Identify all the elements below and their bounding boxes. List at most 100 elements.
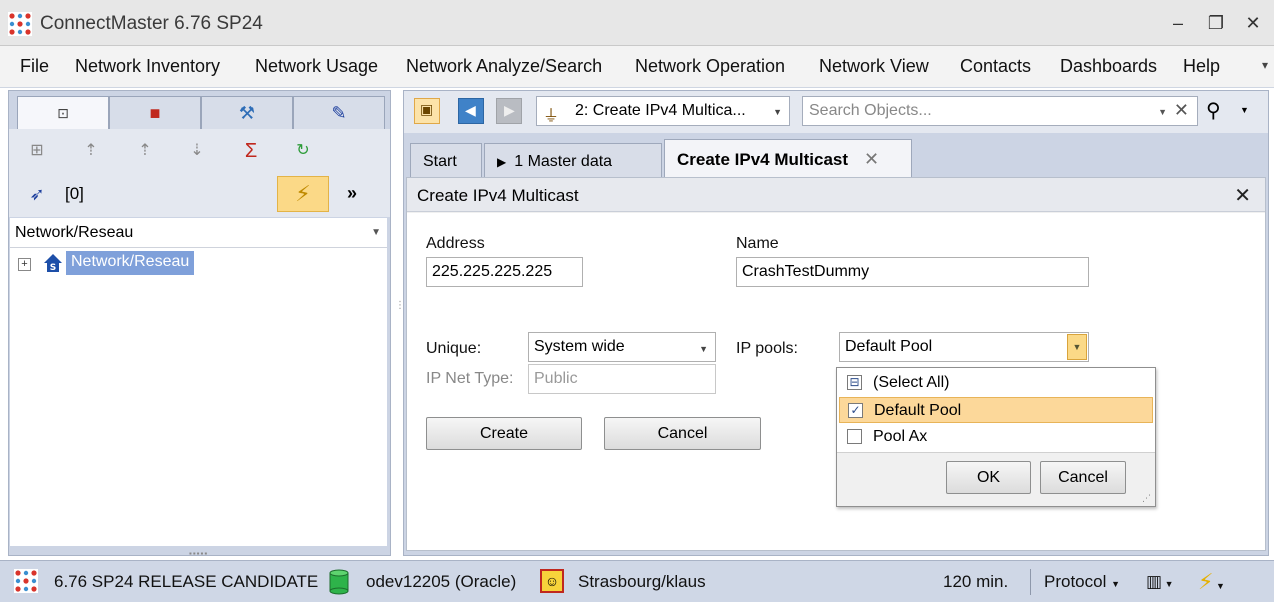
menu-overflow-icon[interactable]: ▾ bbox=[1262, 58, 1268, 72]
close-form-icon[interactable]: ✕ bbox=[1234, 183, 1251, 208]
tree-expand-toggle[interactable]: + bbox=[18, 258, 31, 271]
menu-network-usage[interactable]: Network Usage bbox=[255, 56, 378, 77]
protocol-menu[interactable]: Protocol ▼ bbox=[1044, 572, 1120, 592]
chevron-down-icon: ▼ bbox=[371, 227, 381, 238]
lightning-button[interactable]: ⚡ bbox=[277, 176, 329, 212]
tab-tools[interactable]: ⚒ bbox=[201, 96, 293, 129]
menu-file[interactable]: File bbox=[20, 56, 49, 77]
search-placeholder: Search Objects... bbox=[809, 102, 932, 119]
tab-connections[interactable]: ✎ bbox=[293, 96, 385, 129]
dropdown-item-label: Pool Ax bbox=[873, 428, 928, 445]
navigator-toolbar-secondary: ➶ [0] ⚡ » bbox=[9, 171, 390, 217]
forward-button[interactable]: ▶ bbox=[496, 98, 522, 124]
chevron-down-icon: ▼ bbox=[699, 344, 708, 354]
dropdown-item-label: Default Pool bbox=[874, 402, 962, 419]
partial-checkbox-icon[interactable]: ⊟ bbox=[847, 375, 862, 390]
form-header: Create IPv4 Multicast ✕ bbox=[407, 178, 1265, 212]
tab-create-ipv4-multicast-label: Create IPv4 Multicast bbox=[677, 150, 849, 169]
unique-select[interactable]: System wide ▼ bbox=[528, 332, 716, 362]
tab-master-data[interactable]: ▶ 1 Master data bbox=[484, 143, 662, 177]
go-child-icon[interactable]: ⇣ bbox=[185, 139, 209, 163]
menu-network-inventory[interactable]: Network Inventory bbox=[75, 56, 220, 77]
tree-node-network-reseau[interactable]: Network/Reseau bbox=[66, 251, 195, 275]
arrow-left-icon: ◀ bbox=[465, 102, 476, 118]
history-combo-value: 2: Create IPv4 Multica... bbox=[575, 102, 746, 119]
create-button[interactable]: Create bbox=[426, 417, 582, 450]
status-separator bbox=[1030, 569, 1031, 595]
protocol-label: Protocol bbox=[1044, 572, 1107, 591]
ip-pools-select[interactable]: Default Pool ▼ bbox=[839, 332, 1089, 362]
ip-pools-label: IP pools: bbox=[736, 340, 798, 357]
unchecked-checkbox-icon[interactable] bbox=[847, 429, 862, 444]
connector-icon[interactable]: ➶ bbox=[25, 182, 49, 206]
dropdown-item-label: (Select All) bbox=[873, 374, 950, 391]
maximize-button[interactable]: ❐ bbox=[1204, 10, 1228, 36]
tab-master-data-label: 1 Master data bbox=[514, 153, 613, 170]
resize-grip-icon[interactable]: ⋰ bbox=[1142, 493, 1151, 504]
menu-network-operation[interactable]: Network Operation bbox=[635, 56, 785, 77]
home-button[interactable]: ▣ bbox=[414, 98, 440, 124]
dropdown-item-default-pool[interactable]: ✓ Default Pool bbox=[839, 397, 1153, 423]
user-location-icon: ☺ bbox=[540, 569, 564, 593]
checked-checkbox-icon[interactable]: ✓ bbox=[848, 403, 863, 418]
dropdown-ok-button[interactable]: OK bbox=[946, 461, 1031, 494]
tree-select-icon[interactable]: ⊞ bbox=[25, 139, 49, 163]
search-input[interactable]: Search Objects... ▼ ✕ bbox=[802, 96, 1198, 126]
address-field[interactable]: 225.225.225.225 bbox=[426, 257, 583, 287]
refresh-icon[interactable]: ↻ bbox=[291, 139, 315, 163]
chevron-down-icon: ▼ bbox=[1072, 342, 1082, 352]
tab-create-ipv4-multicast[interactable]: Create IPv4 Multicast ✕ bbox=[664, 139, 912, 177]
network-device-icon: ■ bbox=[149, 103, 161, 123]
go-parent-icon[interactable]: ⇡ bbox=[133, 139, 157, 163]
timeout-status: 120 min. bbox=[943, 572, 1009, 591]
tree-root-combo-value: Network/Reseau bbox=[15, 224, 134, 241]
status-bar: 6.76 SP24 RELEASE CANDIDATE odev12205 (O… bbox=[0, 560, 1274, 602]
cancel-button[interactable]: Cancel bbox=[604, 417, 761, 450]
tab-start[interactable]: Start bbox=[410, 143, 482, 177]
dropdown-item-select-all[interactable]: ⊟ (Select All) bbox=[839, 370, 1153, 396]
title-bar: ConnectMaster 6.76 SP24 – ❐ ✕ bbox=[0, 0, 1274, 46]
sum-icon[interactable]: Σ bbox=[239, 139, 263, 163]
tools-icon: ⚒ bbox=[238, 103, 256, 123]
chevron-down-icon: ▼ bbox=[773, 107, 782, 117]
play-icon: ▶ bbox=[497, 155, 507, 169]
name-label: Name bbox=[736, 235, 779, 252]
menu-contacts[interactable]: Contacts bbox=[960, 56, 1031, 77]
lightning-menu[interactable]: ⚡ ▼ bbox=[1198, 569, 1225, 595]
chevron-down-icon[interactable]: ▼ bbox=[1240, 105, 1249, 115]
back-button[interactable]: ◀ bbox=[458, 98, 484, 124]
location-status: Strasbourg/klaus bbox=[578, 572, 706, 591]
minimize-button[interactable]: – bbox=[1166, 10, 1190, 36]
history-combo[interactable]: ⏚ 2: Create IPv4 Multica... ▼ bbox=[536, 96, 790, 126]
chevron-down-icon[interactable]: ▼ bbox=[1158, 107, 1167, 117]
menu-help[interactable]: Help bbox=[1183, 56, 1220, 77]
more-button[interactable]: » bbox=[347, 183, 357, 204]
dropdown-item-pool-ax[interactable]: Pool Ax bbox=[839, 424, 1153, 450]
ip-pools-dropdown-button[interactable]: ▼ bbox=[1067, 334, 1087, 360]
tree-structure-icon: ⊡ bbox=[57, 105, 69, 121]
binoculars-icon[interactable]: ⚲ bbox=[1206, 98, 1221, 123]
tab-tree-view[interactable]: ⊡ bbox=[17, 96, 109, 132]
go-up-icon[interactable]: ⇡ bbox=[79, 139, 103, 163]
workspace-toolbar: ▣ ◀ ▶ ⏚ 2: Create IPv4 Multica... ▼ Sear… bbox=[404, 91, 1268, 133]
menu-bar: File Network Inventory Network Usage Net… bbox=[0, 46, 1274, 88]
multicast-icon: ⏚ bbox=[543, 108, 560, 125]
name-field[interactable]: CrashTestDummy bbox=[736, 257, 1089, 287]
dropdown-cancel-button[interactable]: Cancel bbox=[1040, 461, 1126, 494]
database-status: odev12205 (Oracle) bbox=[366, 572, 517, 591]
address-label: Address bbox=[426, 235, 485, 252]
svg-text:S: S bbox=[50, 263, 56, 273]
tree-root-combo[interactable]: Network/Reseau ▼ bbox=[10, 218, 387, 248]
panel-resize-grip[interactable]: ▪▪▪▪▪ bbox=[189, 549, 208, 558]
tab-network-objects[interactable]: ■ bbox=[109, 96, 201, 129]
menu-network-view[interactable]: Network View bbox=[819, 56, 929, 77]
chevron-down-icon: ▼ bbox=[1162, 579, 1174, 589]
menu-dashboards[interactable]: Dashboards bbox=[1060, 56, 1157, 77]
menu-network-analyze-search[interactable]: Network Analyze/Search bbox=[406, 56, 602, 77]
plug-icon: ✎ bbox=[331, 103, 347, 123]
navigator-panel: ⊡ ■ ⚒ ✎ ⊞ ⇡ ⇡ ⇣ Σ ↻ ➶ [0] ⚡ » Network/Re… bbox=[8, 90, 391, 558]
layout-menu[interactable]: ▥ ▼ bbox=[1146, 572, 1173, 592]
clear-search-icon[interactable]: ✕ bbox=[1174, 100, 1189, 121]
close-tab-icon[interactable]: ✕ bbox=[864, 149, 879, 169]
close-window-button[interactable]: ✕ bbox=[1241, 10, 1265, 36]
